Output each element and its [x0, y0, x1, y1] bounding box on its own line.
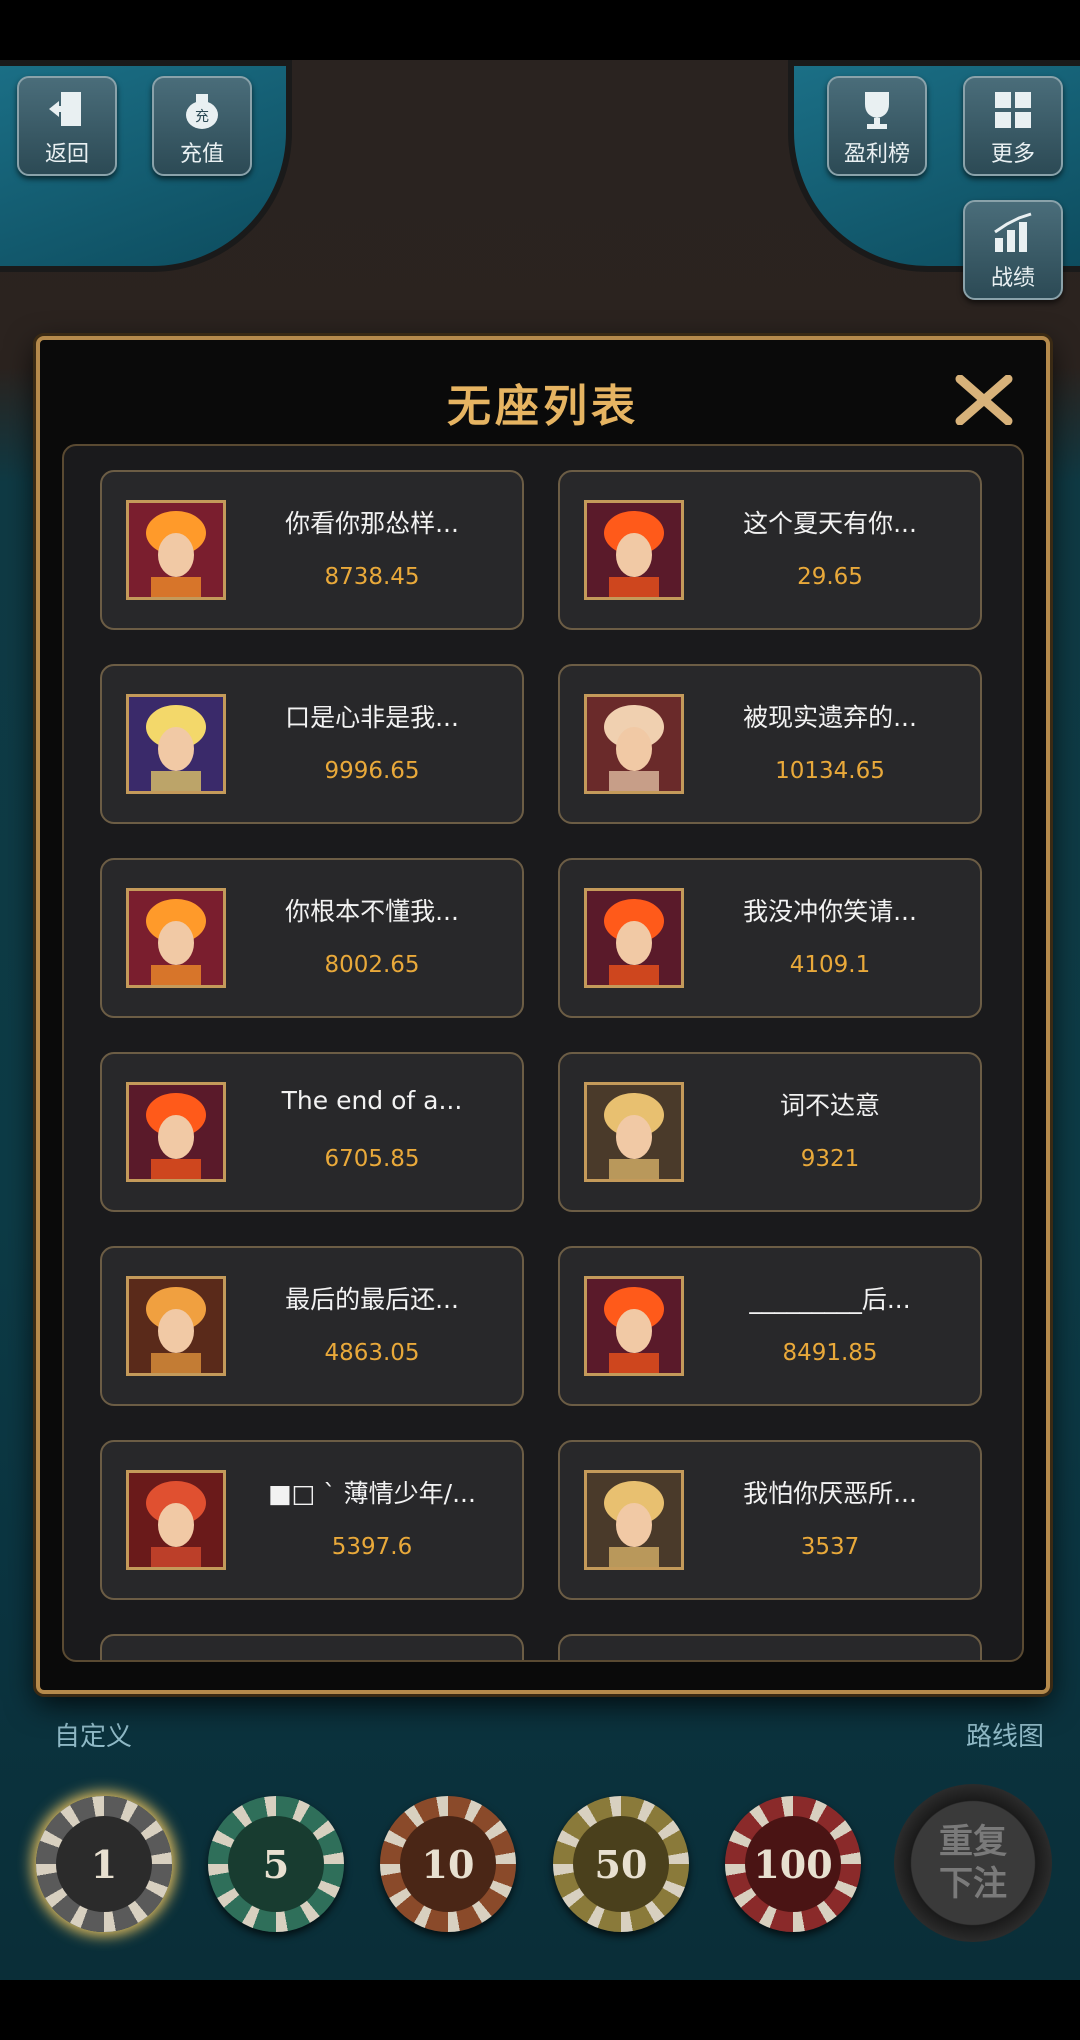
player-name: 你根本不懂我...: [285, 897, 459, 926]
player-avatar: [584, 694, 684, 794]
player-avatar: [126, 888, 226, 988]
close-icon[interactable]: [952, 368, 1016, 432]
player-score: 29.65: [797, 564, 863, 590]
player-name: 被现实遗弃的...: [743, 703, 917, 732]
player-avatar: [126, 1082, 226, 1182]
player-list[interactable]: 你看你那怂样... 8738.45 这个夏天有你... 29.65 口是心非是我... 9…: [62, 444, 1024, 1662]
player-avatar: [584, 1470, 684, 1570]
player-card[interactable]: 口是心非是我... 9996.65: [100, 664, 524, 824]
exit-door-icon: [45, 88, 89, 132]
player-avatar: [126, 1276, 226, 1376]
custom-label[interactable]: 自定义: [54, 1716, 132, 1753]
dialog-title: 无座列表: [447, 381, 639, 432]
repeat-bet-line1: 重复: [939, 1822, 1007, 1862]
back-button[interactable]: 返回: [17, 76, 117, 176]
player-score: 5397.6: [331, 1534, 413, 1560]
player-name: _________后...: [749, 1285, 911, 1314]
player-name: 词不达意: [779, 1091, 880, 1120]
player-score: 4109.1: [789, 952, 871, 978]
player-avatar: [584, 1082, 684, 1182]
chip-value: 1: [56, 1816, 152, 1912]
more-label: 更多: [990, 142, 1035, 167]
player-card[interactable]: The end of a... 6705.85: [100, 1052, 524, 1212]
player-avatar: [126, 500, 226, 600]
road-map-label[interactable]: 路线图: [966, 1716, 1044, 1753]
leaderboard-button[interactable]: 盈利榜: [827, 76, 927, 176]
player-score: 9321: [800, 1146, 860, 1172]
chip-value: 5: [228, 1816, 324, 1912]
player-card[interactable]: 你根本不懂我... 8002.65: [100, 858, 524, 1018]
recharge-button[interactable]: 充 充值: [152, 76, 252, 176]
trophy-icon: [855, 88, 899, 132]
chip-10[interactable]: 10: [380, 1796, 516, 1932]
player-name: ■□ ` 薄情少年/...: [268, 1479, 476, 1508]
player-name: The end of a...: [281, 1086, 463, 1115]
player-card[interactable]: 我怕你厌恶所... 3537: [558, 1440, 982, 1600]
player-card[interactable]: 最后的最后还... 4863.05: [100, 1246, 524, 1406]
player-score: 8738.45: [324, 564, 420, 590]
player-card[interactable]: 这个夏天有你... 29.65: [558, 470, 982, 630]
more-button[interactable]: 更多: [963, 76, 1063, 176]
player-card-partial[interactable]: [100, 1634, 524, 1660]
player-name: 最后的最后还...: [285, 1285, 459, 1314]
grid-icon: [991, 88, 1035, 132]
back-label: 返回: [44, 142, 89, 167]
svg-text:充: 充: [195, 109, 209, 125]
player-name: 我没冲你笑请...: [743, 897, 917, 926]
no-seat-list-dialog: 无座列表 你看你那怂样... 8738.45 这个夏天有你... 29.65 口是心非是…: [36, 336, 1050, 1694]
player-score: 4863.05: [324, 1340, 420, 1366]
player-score: 8491.85: [782, 1340, 878, 1366]
player-card[interactable]: 你看你那怂样... 8738.45: [100, 470, 524, 630]
player-name: 你看你那怂样...: [285, 509, 459, 538]
record-label: 战绩: [990, 266, 1035, 291]
recharge-label: 充值: [179, 142, 224, 167]
chip-value: 50: [573, 1816, 669, 1912]
player-avatar: [584, 500, 684, 600]
player-card[interactable]: _________后... 8491.85: [558, 1246, 982, 1406]
chip-value: 100: [745, 1816, 841, 1912]
chip-5[interactable]: 5: [208, 1796, 344, 1932]
player-avatar: [126, 1470, 226, 1570]
chip-100[interactable]: 100: [725, 1796, 861, 1932]
player-card[interactable]: 我没冲你笑请... 4109.1: [558, 858, 982, 1018]
player-name: 口是心非是我...: [285, 703, 459, 732]
player-avatar: [584, 1276, 684, 1376]
system-navigation-bar: [0, 1980, 1080, 2040]
player-name: 我怕你厌恶所...: [743, 1479, 917, 1508]
player-score: 9996.65: [324, 758, 420, 784]
player-avatar: [126, 694, 226, 794]
chip-50[interactable]: 50: [553, 1796, 689, 1932]
chip-1[interactable]: 1: [36, 1796, 172, 1932]
player-name: 这个夏天有你...: [743, 509, 917, 538]
leaderboard-label: 盈利榜: [843, 142, 910, 167]
player-card-partial[interactable]: [558, 1634, 982, 1660]
player-score: 8002.65: [324, 952, 420, 978]
player-avatar: [584, 888, 684, 988]
player-score: 10134.65: [775, 758, 885, 784]
repeat-bet-button[interactable]: 重复 下注: [894, 1784, 1052, 1942]
player-score: 3537: [800, 1534, 860, 1560]
money-bag-icon: 充: [180, 88, 224, 132]
player-card[interactable]: 被现实遗弃的... 10134.65: [558, 664, 982, 824]
chip-value: 10: [400, 1816, 496, 1912]
player-card[interactable]: ■□ ` 薄情少年/... 5397.6: [100, 1440, 524, 1600]
record-button[interactable]: 战绩: [963, 200, 1063, 300]
repeat-bet-line2: 下注: [939, 1864, 1007, 1904]
bar-chart-icon: [991, 212, 1035, 256]
player-score: 6705.85: [324, 1146, 420, 1172]
player-card[interactable]: 词不达意 9321: [558, 1052, 982, 1212]
